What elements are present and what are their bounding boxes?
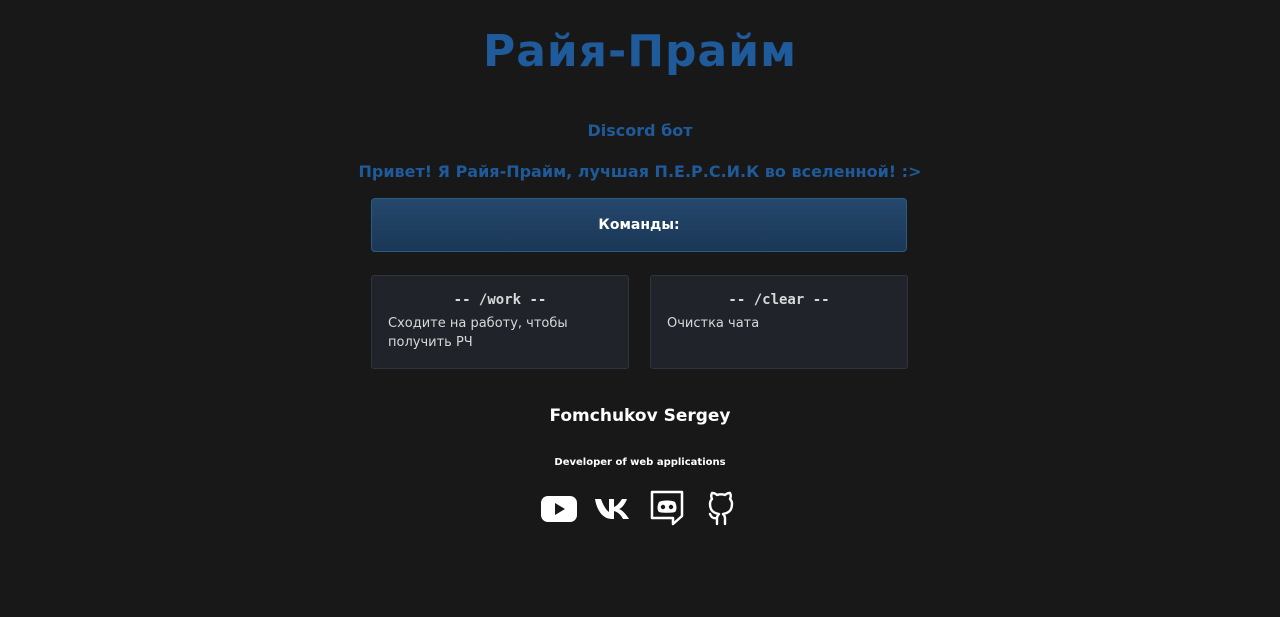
vk-icon[interactable] <box>594 490 632 528</box>
social-links <box>0 490 1280 528</box>
page-title: Райя-Прайм <box>482 26 798 77</box>
github-icon[interactable] <box>702 490 740 528</box>
youtube-icon[interactable] <box>540 490 578 528</box>
commands-header[interactable]: Команды: <box>371 198 907 252</box>
page-subtitle: Discord бот <box>587 121 693 140</box>
command-name: -- /clear -- <box>728 292 830 308</box>
greeting-text: Привет! Я Райя-Прайм, лучшая П.Е.Р.С.И.К… <box>358 162 922 181</box>
discord-icon[interactable] <box>648 490 686 528</box>
commands-header-label: Команды: <box>598 217 680 233</box>
command-description: Сходите на работу, чтобы получить РЧ <box>388 316 568 350</box>
command-name: -- /work -- <box>453 292 547 308</box>
page: Райя-Прайм Discord бот Привет! Я Райя-Пр… <box>0 0 1280 617</box>
developer-name: Fomchukov Sergey <box>549 406 731 426</box>
developer-role: Developer of web applications <box>554 457 726 468</box>
command-description: Очистка чата <box>667 316 760 331</box>
command-card-work: -- /work -- Сходите на работу, чтобы пол… <box>371 275 629 369</box>
command-card-clear: -- /clear -- Очистка чата <box>650 275 908 369</box>
